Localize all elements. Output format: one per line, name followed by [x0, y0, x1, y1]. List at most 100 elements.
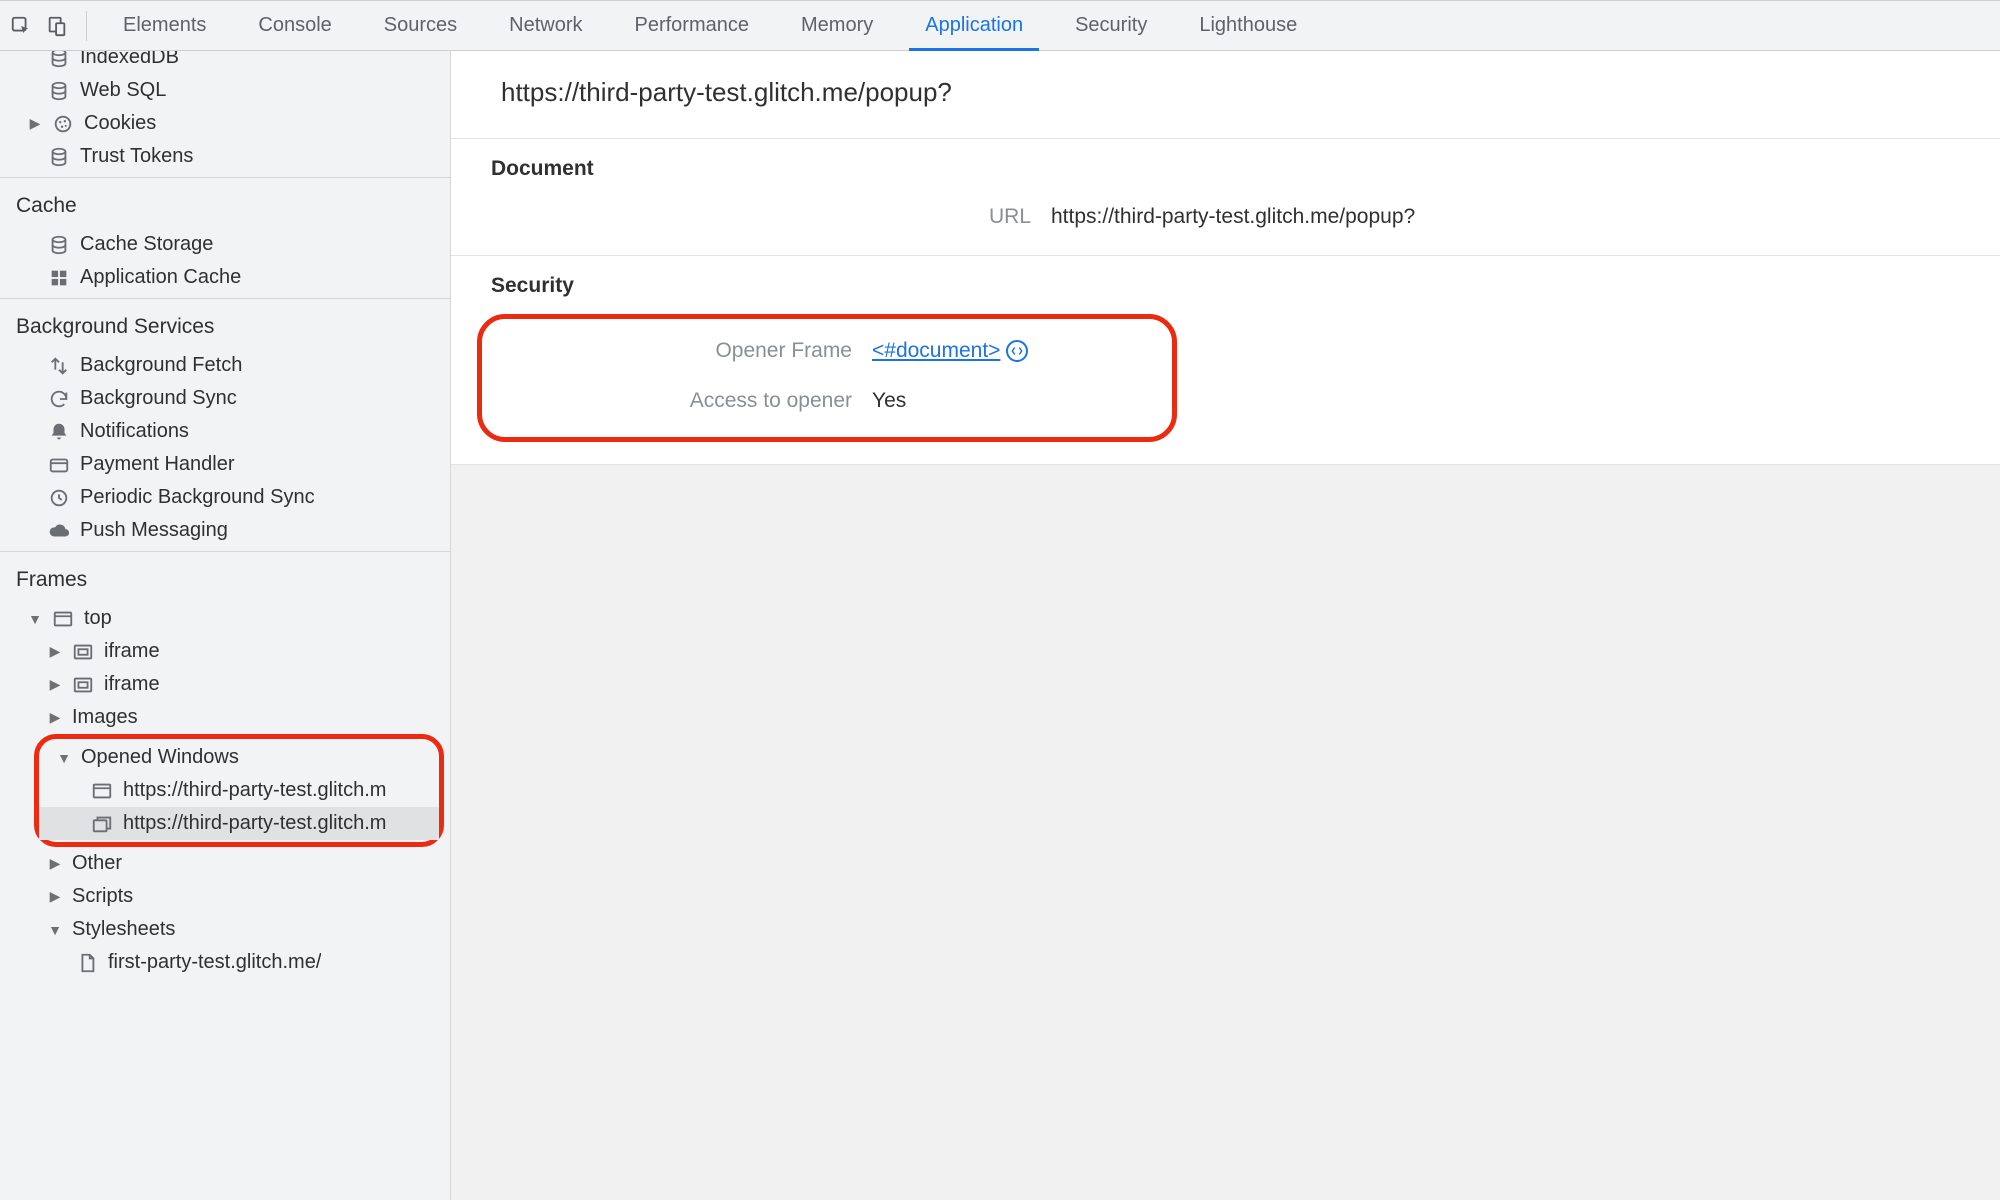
tab-console[interactable]: Console — [232, 1, 357, 50]
caret-down-icon: ▼ — [28, 611, 42, 627]
sidebar-item-cookies[interactable]: ▶ Cookies — [0, 107, 450, 140]
tab-sources[interactable]: Sources — [358, 1, 483, 50]
tab-performance[interactable]: Performance — [609, 1, 776, 50]
label-url: URL — [491, 205, 1051, 229]
tab-network[interactable]: Network — [483, 1, 608, 50]
sidebar-item-label: Cookies — [84, 112, 156, 135]
annotation-opened-windows: ▼ Opened Windows https://third-party-tes… — [34, 734, 444, 847]
sidebar-item-label: Payment Handler — [80, 453, 235, 476]
frames-iframe-2[interactable]: ▶ iframe — [0, 668, 450, 701]
sidebar-item-label: Images — [72, 706, 138, 729]
sidebar-item-bgfetch[interactable]: Background Fetch — [0, 349, 450, 382]
cookie-icon — [52, 113, 74, 135]
caret-down-icon: ▼ — [48, 922, 62, 938]
windows-icon — [91, 813, 113, 835]
sidebar-item-indexeddb[interactable]: IndexedDB — [0, 51, 450, 74]
frames-other[interactable]: ▶ Other — [0, 847, 450, 880]
tab-memory[interactable]: Memory — [775, 1, 899, 50]
label-opener-frame: Opener Frame — [522, 339, 872, 363]
sidebar-item-websql[interactable]: Web SQL — [0, 74, 450, 107]
reveal-node-icon[interactable] — [1006, 340, 1028, 362]
frames-iframe-1[interactable]: ▶ iframe — [0, 635, 450, 668]
grid-icon — [48, 267, 70, 289]
frame-details-panel: https://third-party-test.glitch.me/popup… — [451, 51, 2000, 1200]
tab-security[interactable]: Security — [1049, 1, 1173, 50]
sidebar-item-pushmsg[interactable]: Push Messaging — [0, 514, 450, 547]
window-icon — [52, 608, 74, 630]
sidebar-item-label: top — [84, 607, 112, 630]
value-access-opener: Yes — [872, 389, 906, 413]
annotation-security-block: Opener Frame <#document> Access to opene… — [477, 314, 1177, 442]
section-security: Security — [451, 256, 2000, 314]
sidebar-item-label: Notifications — [80, 420, 189, 443]
devtools-toolbar: Elements Console Sources Network Perform… — [0, 0, 2000, 51]
sidebar-item-label: Push Messaging — [80, 519, 228, 542]
sidebar-item-label: iframe — [104, 673, 160, 696]
caret-right-icon: ▶ — [48, 855, 62, 872]
frames-stylesheet-1[interactable]: first-party-test.glitch.me/ — [0, 946, 450, 979]
sidebar-item-label: iframe — [104, 640, 160, 663]
frames-openedwindow-1[interactable]: https://third-party-test.glitch.m — [39, 774, 439, 807]
section-frames: Frames — [0, 556, 450, 602]
sidebar-item-label: Opened Windows — [81, 746, 239, 769]
frames-top[interactable]: ▼ top — [0, 602, 450, 635]
toolbar-divider — [86, 11, 87, 41]
database-icon — [48, 80, 70, 102]
card-icon — [48, 454, 70, 476]
sidebar-item-periodicbgsync[interactable]: Periodic Background Sync — [0, 481, 450, 514]
value-url: https://third-party-test.glitch.me/popup… — [1051, 205, 1415, 229]
database-icon — [48, 234, 70, 256]
iframe-icon — [72, 674, 94, 696]
sidebar-item-label: first-party-test.glitch.me/ — [108, 951, 321, 974]
caret-right-icon: ▶ — [48, 888, 62, 905]
window-icon — [91, 780, 113, 802]
caret-right-icon: ▶ — [48, 676, 62, 693]
sidebar-item-label: Background Fetch — [80, 354, 242, 377]
sidebar-item-label: Scripts — [72, 885, 133, 908]
tab-elements[interactable]: Elements — [97, 1, 232, 50]
clock-icon — [48, 487, 70, 509]
caret-right-icon: ▶ — [48, 643, 62, 660]
section-cache: Cache — [0, 182, 450, 228]
sidebar-item-label: https://third-party-test.glitch.m — [123, 812, 386, 835]
sidebar-item-label: Cache Storage — [80, 233, 213, 256]
sidebar-item-cachestorage[interactable]: Cache Storage — [0, 228, 450, 261]
inspect-icon[interactable] — [10, 15, 32, 37]
sidebar-item-label: Web SQL — [80, 79, 166, 102]
frames-openedwindow-2[interactable]: https://third-party-test.glitch.m — [39, 807, 439, 840]
frames-stylesheets[interactable]: ▼ Stylesheets — [0, 913, 450, 946]
sidebar-item-paymenthandler[interactable]: Payment Handler — [0, 448, 450, 481]
sidebar-item-appcache[interactable]: Application Cache — [0, 261, 450, 294]
link-opener-frame[interactable]: <#document> — [872, 339, 1000, 363]
tab-lighthouse[interactable]: Lighthouse — [1173, 1, 1323, 50]
section-bgservices: Background Services — [0, 303, 450, 349]
sidebar-item-label: IndexedDB — [80, 51, 179, 69]
document-icon — [76, 952, 98, 974]
iframe-icon — [72, 641, 94, 663]
frames-scripts[interactable]: ▶ Scripts — [0, 880, 450, 913]
caret-right-icon: ▶ — [28, 115, 42, 132]
device-toggle-icon[interactable] — [46, 15, 68, 37]
application-sidebar: IndexedDB Web SQL ▶ Cookies — [0, 51, 451, 1200]
sidebar-item-notifications[interactable]: Notifications — [0, 415, 450, 448]
sync-icon — [48, 388, 70, 410]
transfer-icon — [48, 355, 70, 377]
sidebar-item-label: Application Cache — [80, 266, 241, 289]
label-access-opener: Access to opener — [522, 389, 872, 413]
frames-images[interactable]: ▶ Images — [0, 701, 450, 734]
database-icon — [48, 146, 70, 168]
sidebar-item-trusttokens[interactable]: Trust Tokens — [0, 140, 450, 173]
sidebar-item-label: Other — [72, 852, 122, 875]
caret-down-icon: ▼ — [57, 750, 71, 766]
sidebar-item-label: https://third-party-test.glitch.m — [123, 779, 386, 802]
page-title: https://third-party-test.glitch.me/popup… — [451, 51, 2000, 138]
tab-application[interactable]: Application — [899, 1, 1049, 50]
sidebar-item-bgsync[interactable]: Background Sync — [0, 382, 450, 415]
sidebar-item-label: Periodic Background Sync — [80, 486, 315, 509]
frames-openedwindows[interactable]: ▼ Opened Windows — [39, 741, 439, 774]
sidebar-item-label: Background Sync — [80, 387, 237, 410]
section-document: Document — [451, 139, 2000, 197]
caret-right-icon: ▶ — [48, 709, 62, 726]
sidebar-item-label: Stylesheets — [72, 918, 175, 941]
database-icon — [48, 51, 70, 69]
